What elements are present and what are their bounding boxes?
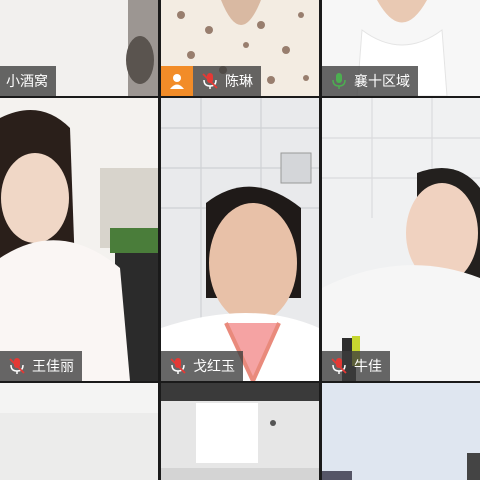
participant-name: 陈琳 <box>225 74 253 90</box>
participant-name: 牛佳 <box>354 359 382 375</box>
video-feed <box>322 98 480 381</box>
participant-name: 戈红玉 <box>193 359 235 375</box>
video-tile-6[interactable]: 牛佳 <box>322 98 480 381</box>
participant-label: 戈红玉 <box>161 351 243 381</box>
video-tile-4[interactable]: 王佳丽 <box>0 98 158 381</box>
mic-muted-icon[interactable] <box>167 355 189 377</box>
video-feed <box>161 383 319 480</box>
video-grid: 小酒窝 陈琳 襄十区域 王佳丽 戈红玉 牛佳 <box>0 0 480 480</box>
video-tile-2[interactable]: 陈琳 <box>161 0 319 96</box>
participant-label: 襄十区域 <box>322 66 418 96</box>
video-tile-5[interactable]: 戈红玉 <box>161 98 319 381</box>
participant-name: 小酒窝 <box>6 74 48 90</box>
mic-active-icon[interactable] <box>328 70 350 92</box>
video-feed <box>0 98 158 381</box>
mic-muted-icon[interactable] <box>199 70 221 92</box>
video-feed <box>0 383 158 480</box>
participant-label: 陈琳 <box>193 66 261 96</box>
participant-name: 王佳丽 <box>32 359 74 375</box>
video-tile-1[interactable]: 小酒窝 <box>0 0 158 96</box>
participant-label: 王佳丽 <box>0 351 82 381</box>
participant-name: 襄十区域 <box>354 74 410 90</box>
participant-label: 牛佳 <box>322 351 390 381</box>
video-tile-7[interactable] <box>0 383 158 480</box>
video-feed <box>161 98 319 381</box>
mic-muted-icon[interactable] <box>328 355 350 377</box>
participant-label: 小酒窝 <box>0 66 56 96</box>
video-tile-9[interactable] <box>322 383 480 480</box>
host-person-icon <box>161 66 193 96</box>
mic-muted-icon[interactable] <box>6 355 28 377</box>
video-feed <box>322 383 480 480</box>
video-tile-3[interactable]: 襄十区域 <box>322 0 480 96</box>
video-tile-8[interactable] <box>161 383 319 480</box>
